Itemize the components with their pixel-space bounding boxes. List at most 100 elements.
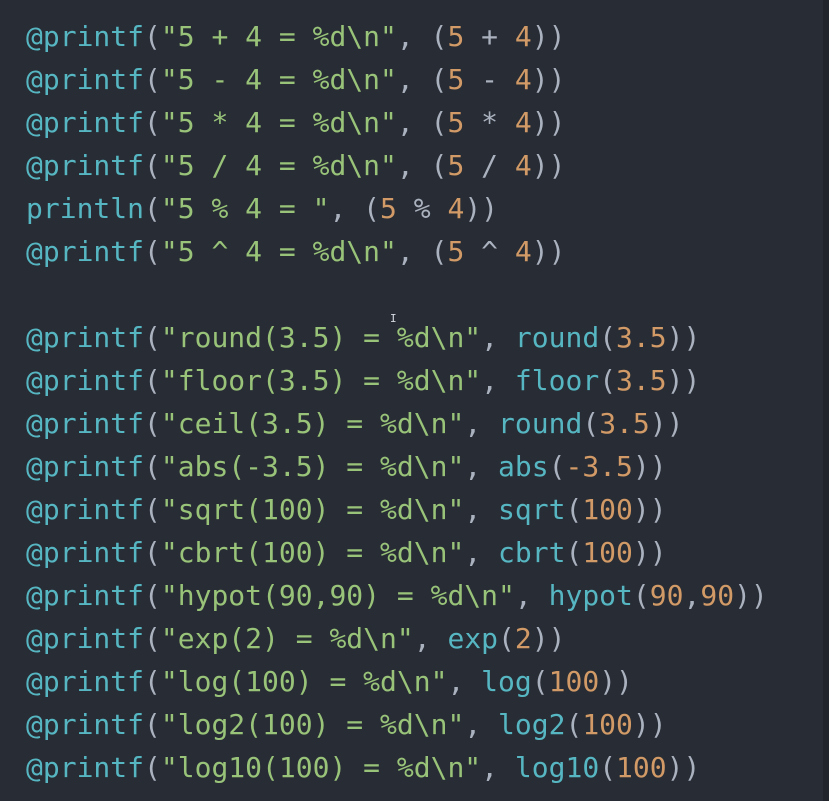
function-token: @printf xyxy=(26,536,145,569)
function-token: abs xyxy=(498,450,549,483)
code-editor[interactable]: @printf("5 + 4 = %d\n", (5 + 4)) @printf(… xyxy=(0,0,829,801)
punctuation-token: ( xyxy=(632,579,650,612)
punctuation-token: * xyxy=(464,106,515,139)
string-token: "5 ^ 4 = %d\n" xyxy=(160,235,397,268)
punctuation-token: ( xyxy=(144,708,161,741)
punctuation-token: )) xyxy=(531,622,566,655)
punctuation-token: )) xyxy=(666,364,701,397)
punctuation-token: ( xyxy=(144,149,161,182)
punctuation-token: ( xyxy=(565,536,583,569)
string-token: "5 * 4 = %d\n" xyxy=(160,106,397,139)
punctuation-token: ( xyxy=(531,665,549,698)
punctuation-token: / xyxy=(464,149,515,182)
string-token: "floor(3.5) = %d\n" xyxy=(160,364,482,397)
code-line[interactable]: @printf("5 ^ 4 = %d\n", (5 ^ 4)) xyxy=(26,230,829,273)
string-token: "sqrt(100) = %d\n" xyxy=(160,493,465,526)
number-token: 5 xyxy=(447,149,465,182)
punctuation-token: ( xyxy=(144,665,161,698)
punctuation-token: , xyxy=(464,708,499,741)
string-token: "hypot(90,90) = %d\n" xyxy=(160,579,515,612)
function-token: round xyxy=(514,321,600,354)
function-token: @printf xyxy=(26,665,145,698)
number-token: 3.5 xyxy=(599,407,650,440)
function-token: floor xyxy=(514,364,600,397)
string-token: "log10(100) = %d\n" xyxy=(160,751,482,784)
code-line[interactable]: @printf("abs(-3.5) = %d\n", abs(-3.5)) xyxy=(26,445,829,488)
code-line[interactable]: @printf("5 / 4 = %d\n", (5 / 4)) xyxy=(26,144,829,187)
number-token: 5 xyxy=(380,192,397,225)
string-token: "5 + 4 = %d\n" xyxy=(160,20,397,53)
punctuation-token: )) xyxy=(632,536,667,569)
code-line[interactable]: println("5 % 4 = ", (5 % 4)) xyxy=(26,187,829,230)
punctuation-token: , xyxy=(683,579,701,612)
string-token: "5 / 4 = %d\n" xyxy=(160,149,397,182)
number-token: 90 xyxy=(700,579,735,612)
code-line[interactable]: @printf("round(3.5) = %d\n", round(3.5)) xyxy=(26,316,829,359)
punctuation-token: , xyxy=(481,751,515,784)
code-line[interactable]: @printf("hypot(90,90) = %d\n", hypot(90,… xyxy=(26,574,829,617)
punctuation-token: , ( xyxy=(329,192,381,225)
number-token: 2 xyxy=(514,622,532,655)
punctuation-token: ( xyxy=(144,622,161,655)
function-token: exp xyxy=(447,622,499,655)
function-token: @printf xyxy=(26,235,145,268)
number-token: 4 xyxy=(514,63,532,96)
code-line[interactable]: @printf("log10(100) = %d\n", log10(100)) xyxy=(26,746,829,789)
punctuation-token: ( xyxy=(144,20,161,53)
punctuation-token: )) xyxy=(531,149,566,182)
function-token: @printf xyxy=(26,63,145,96)
number-token: 4 xyxy=(447,192,465,225)
punctuation-token: ( xyxy=(144,450,161,483)
punctuation-token: ( xyxy=(144,321,161,354)
function-token: @printf xyxy=(26,493,145,526)
function-token: @printf xyxy=(26,321,145,354)
punctuation-token: )) xyxy=(649,407,684,440)
punctuation-token: , xyxy=(413,622,448,655)
number-token: 5 xyxy=(447,20,465,53)
function-token: @printf xyxy=(26,149,145,182)
code-line[interactable]: @printf("ceil(3.5) = %d\n", round(3.5)) xyxy=(26,402,829,445)
code-line[interactable]: @printf("cbrt(100) = %d\n", cbrt(100)) xyxy=(26,531,829,574)
punctuation-token: ( xyxy=(565,493,583,526)
number-token: 5 xyxy=(447,235,465,268)
punctuation-token: )) xyxy=(464,192,499,225)
number-token: 3.5 xyxy=(616,321,667,354)
number-token: 100 xyxy=(582,536,633,569)
number-token: 4 xyxy=(514,235,532,268)
punctuation-token: ( xyxy=(144,407,161,440)
code-line[interactable]: @printf("exp(2) = %d\n", exp(2)) xyxy=(26,617,829,660)
string-token: "round(3.5) = %d\n" xyxy=(160,321,482,354)
code-line[interactable]: @printf("5 * 4 = %d\n", (5 * 4)) xyxy=(26,101,829,144)
function-token: @printf xyxy=(26,364,145,397)
punctuation-token: )) xyxy=(531,20,566,53)
punctuation-token: ( xyxy=(144,192,161,225)
punctuation-token: )) xyxy=(734,579,768,612)
punctuation-token: )) xyxy=(531,63,566,96)
punctuation-token: ( xyxy=(144,364,161,397)
function-token: log xyxy=(481,665,532,698)
number-token: 4 xyxy=(514,106,532,139)
code-line[interactable]: @printf("floor(3.5) = %d\n", floor(3.5)) xyxy=(26,359,829,402)
code-area[interactable]: @printf("5 + 4 = %d\n", (5 + 4)) @printf(… xyxy=(26,15,829,789)
code-line[interactable]: @printf("log2(100) = %d\n", log2(100)) xyxy=(26,703,829,746)
number-token: 5 xyxy=(447,106,465,139)
code-line[interactable]: @printf("sqrt(100) = %d\n", sqrt(100)) xyxy=(26,488,829,531)
code-line[interactable]: @printf("5 - 4 = %d\n", (5 - 4)) xyxy=(26,58,829,101)
string-token: "abs(-3.5) = %d\n" xyxy=(160,450,465,483)
code-line[interactable]: @printf("5 + 4 = %d\n", (5 + 4)) xyxy=(26,15,829,58)
function-token: println xyxy=(26,192,145,225)
punctuation-token: )) xyxy=(632,450,667,483)
punctuation-token: , xyxy=(447,665,482,698)
number-token: 4 xyxy=(514,149,532,182)
code-line[interactable] xyxy=(26,273,829,316)
function-token: @printf xyxy=(26,751,145,784)
punctuation-token: )) xyxy=(531,106,566,139)
punctuation-token: )) xyxy=(632,493,667,526)
code-line[interactable]: @printf("log(100) = %d\n", log(100)) xyxy=(26,660,829,703)
function-token: @printf xyxy=(26,708,145,741)
punctuation-token: , xyxy=(464,493,499,526)
punctuation-token: ( xyxy=(144,751,161,784)
punctuation-token: % xyxy=(396,192,448,225)
punctuation-token: )) xyxy=(666,321,701,354)
punctuation-token: , xyxy=(481,364,515,397)
